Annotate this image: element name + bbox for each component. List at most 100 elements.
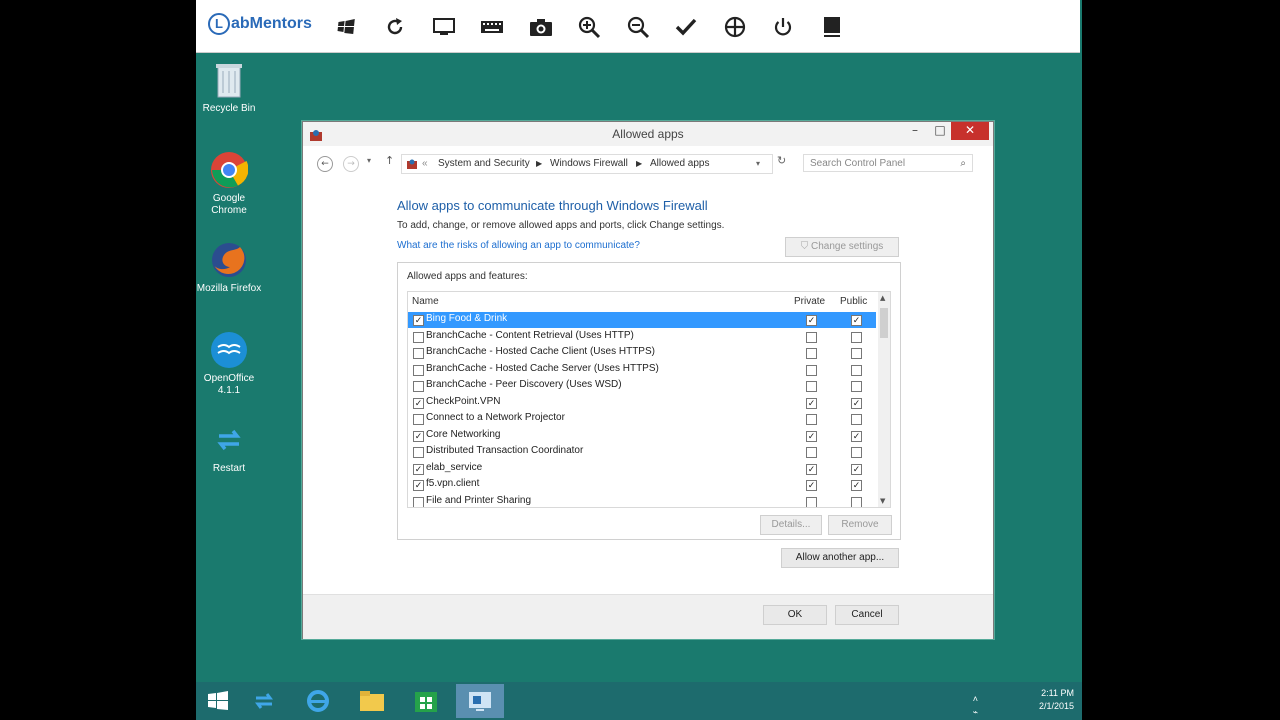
breadcrumb-windows-firewall[interactable]: Windows Firewall [550,155,628,173]
app-enabled-checkbox[interactable]: ✓ [413,430,424,442]
app-row[interactable]: ✓ CheckPoint.VPN ✓ ✓ [408,395,876,411]
allowed-apps-window: Allowed apps – □ ✕ ← → ▾ ↑ « System and … [302,121,994,639]
control-panel-taskbar-icon[interactable] [456,684,504,718]
public-checkbox[interactable]: ✓ [851,430,862,442]
internet-explorer-icon[interactable] [296,684,340,718]
up-icon[interactable]: ↑ [385,154,394,167]
app-enabled-checkbox[interactable] [413,331,424,343]
app-row[interactable]: File and Printer Sharing [408,494,876,507]
remote-desktop-frame: LabMentors Recycle Bin Google Chrome Moz… [196,0,1082,720]
app-row[interactable]: BranchCache - Hosted Cache Client (Uses … [408,345,876,361]
app-row[interactable]: BranchCache - Hosted Cache Server (Uses … [408,362,876,378]
recycle-bin-icon [209,60,249,100]
breadcrumb-allowed-apps[interactable]: Allowed apps [650,155,709,173]
system-tray[interactable]: ˄ ⌁ ◉ 2:11 PM 2/1/2015 [970,687,1074,717]
desktop-icon-restart[interactable]: Restart [196,420,262,475]
app-enabled-checkbox[interactable]: ✓ [413,480,424,491]
zoom-out-icon[interactable] [623,12,653,42]
close-button[interactable]: ✕ [951,122,989,140]
private-checkbox[interactable] [806,381,817,392]
power-icon[interactable] [768,12,798,42]
app-enabled-checkbox[interactable] [413,414,424,425]
refresh-icon[interactable] [380,12,410,42]
public-checkbox[interactable] [851,447,862,458]
checkmark-icon[interactable] [671,12,701,42]
back-icon[interactable]: ← [317,156,333,172]
private-checkbox[interactable] [806,496,817,507]
minimize-button[interactable]: – [903,122,927,140]
private-checkbox[interactable] [806,364,817,376]
public-checkbox[interactable] [851,414,862,425]
maximize-button[interactable]: □ [928,122,952,140]
store-icon[interactable] [404,684,448,718]
control-panel-icon [406,158,418,177]
breadcrumb-system-security[interactable]: System and Security [438,155,530,173]
private-checkbox[interactable]: ✓ [806,315,817,326]
public-checkbox[interactable] [851,331,862,343]
app-enabled-checkbox[interactable]: ✓ [413,463,424,475]
start-icon[interactable] [196,684,240,718]
zoom-in-icon[interactable] [574,12,604,42]
keyboard-icon[interactable] [477,12,507,42]
cancel-button[interactable]: Cancel [835,605,899,625]
app-row[interactable]: ✓ Core Networking ✓ ✓ [408,428,876,444]
chrome-icon [209,150,249,190]
list-scrollbar[interactable]: ▲ ▼ [878,292,890,507]
app-row[interactable]: Distributed Transaction Coordinator [408,444,876,460]
app-row[interactable]: ✓ f5.vpn.client ✓ ✓ [408,477,876,493]
tray-icons[interactable]: ˄ ⌁ ◉ [968,693,978,720]
details-button[interactable]: Details... [760,515,822,535]
private-checkbox[interactable]: ✓ [806,480,817,491]
windows-key-icon[interactable] [332,12,362,42]
app-row[interactable]: BranchCache - Peer Discovery (Uses WSD) [408,378,876,394]
public-checkbox[interactable] [851,496,862,507]
public-checkbox[interactable] [851,348,862,359]
app-enabled-checkbox[interactable] [413,381,424,392]
app-row[interactable]: ✓ elab_service ✓ ✓ [408,461,876,477]
public-checkbox[interactable]: ✓ [851,480,862,491]
risks-link[interactable]: What are the risks of allowing an app to… [397,240,640,251]
desktop-icon-recycle-bin[interactable]: Recycle Bin [196,60,262,115]
public-checkbox[interactable]: ✓ [851,397,862,409]
recent-dropdown-icon[interactable]: ▾ [367,156,371,165]
breadcrumb[interactable]: « System and Security ▶ Windows Firewall… [401,154,773,174]
private-checkbox[interactable] [806,447,817,458]
app-enabled-checkbox[interactable] [413,447,424,458]
desktop-icon-google-chrome[interactable]: Google Chrome [196,150,262,217]
book-icon[interactable] [817,12,847,42]
camera-icon[interactable] [526,12,556,42]
restart-taskbar-icon[interactable] [242,684,286,718]
private-checkbox[interactable] [806,331,817,343]
app-enabled-checkbox[interactable] [413,496,424,507]
private-checkbox[interactable]: ✓ [806,463,817,475]
app-enabled-checkbox[interactable] [413,348,424,359]
public-checkbox[interactable] [851,364,862,376]
search-input[interactable]: Search Control Panel ⌕ [803,154,973,172]
allow-another-app-button[interactable]: Allow another app... [781,548,899,568]
move-icon[interactable] [720,12,750,42]
private-checkbox[interactable]: ✓ [806,397,817,409]
app-row[interactable]: ✓ Bing Food & Drink ✓ ✓ [408,312,876,328]
app-name: BranchCache - Hosted Cache Client (Uses … [426,346,655,357]
app-enabled-checkbox[interactable]: ✓ [413,315,424,326]
ok-button[interactable]: OK [763,605,827,625]
public-checkbox[interactable]: ✓ [851,463,862,475]
app-row[interactable]: Connect to a Network Projector [408,411,876,427]
change-settings-button[interactable]: ⛉ Change settings [785,237,899,257]
public-checkbox[interactable] [851,381,862,392]
desktop-icon-openoffice[interactable]: OpenOffice 4.1.1 [196,330,262,397]
forward-icon[interactable]: → [343,156,359,172]
app-enabled-checkbox[interactable]: ✓ [413,397,424,409]
private-checkbox[interactable] [806,414,817,425]
public-checkbox[interactable]: ✓ [851,315,862,326]
private-checkbox[interactable] [806,348,817,359]
address-dropdown-icon[interactable]: ▾ [756,155,760,173]
remove-button[interactable]: Remove [828,515,892,535]
monitor-icon[interactable] [429,12,459,42]
file-explorer-icon[interactable] [350,684,394,718]
private-checkbox[interactable]: ✓ [806,430,817,442]
app-enabled-checkbox[interactable] [413,364,424,376]
desktop-icon-mozilla-firefox[interactable]: Mozilla Firefox [196,240,262,295]
app-row[interactable]: BranchCache - Content Retrieval (Uses HT… [408,329,876,345]
refresh-address-icon[interactable]: ↻ [777,154,786,167]
